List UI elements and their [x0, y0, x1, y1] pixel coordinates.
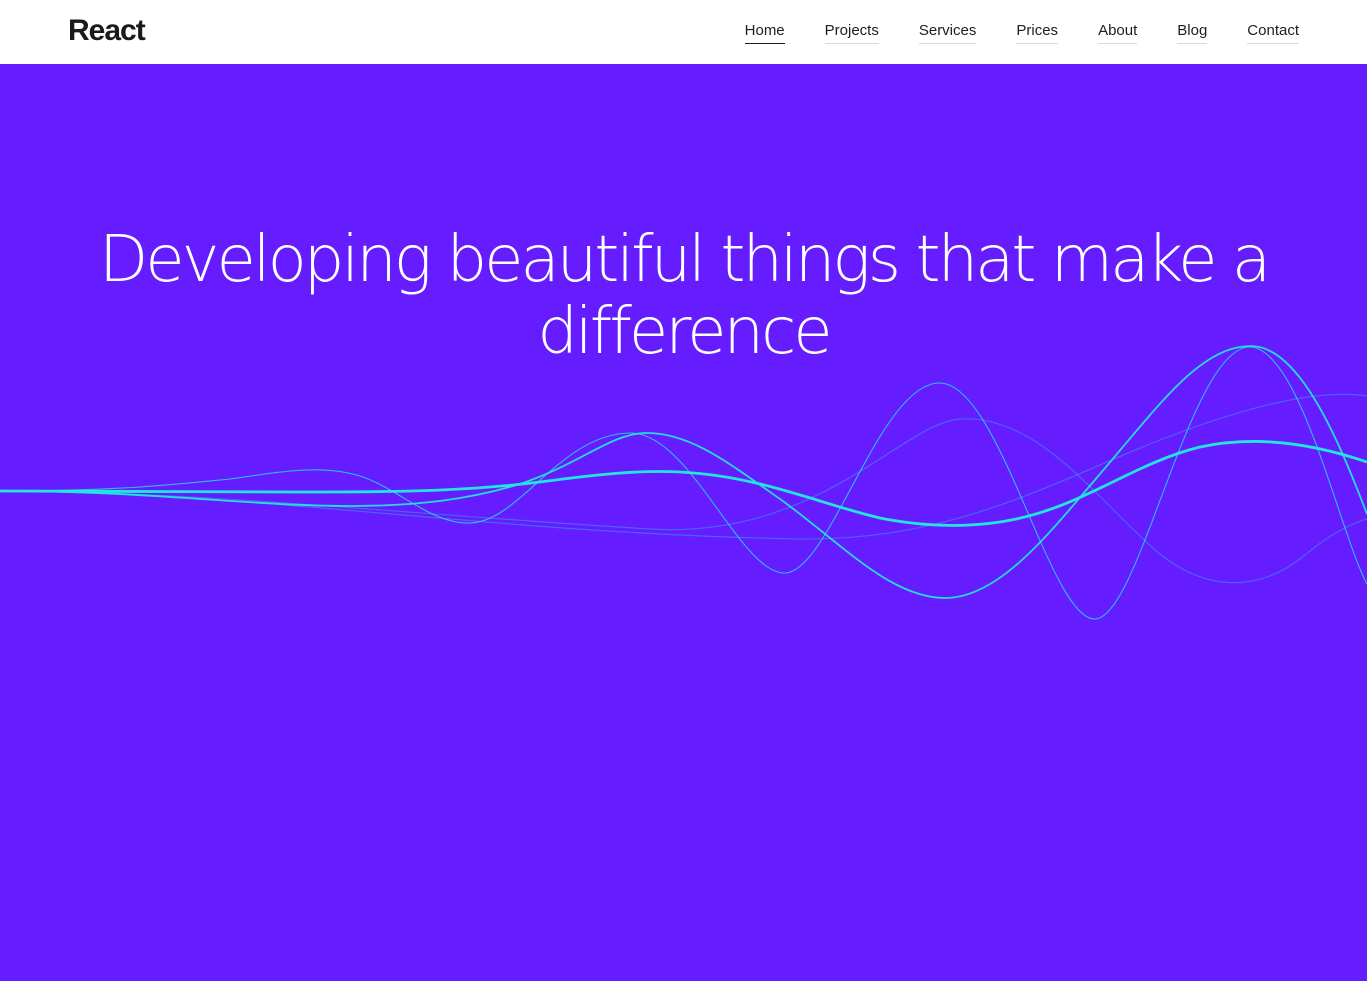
nav-item-projects[interactable]: Projects [824, 20, 879, 44]
nav-item-prices[interactable]: Prices [1016, 20, 1059, 44]
hero-title: Developing beautiful things that make a … [98, 223, 1271, 369]
wave-line-main [0, 440, 1367, 527]
wave-line-thin-1 [0, 346, 1367, 620]
wave-graphic [0, 345, 1367, 620]
site-logo[interactable]: React [68, 13, 146, 49]
wave-line-faint-1 [0, 418, 1367, 584]
nav-item-about[interactable]: About [1098, 20, 1138, 44]
nav-item-contact[interactable]: Contact [1247, 20, 1299, 44]
main-nav: Home Projects Services Prices About Blog… [744, 20, 1299, 44]
hero-section: Developing beautiful things that make a … [0, 64, 1367, 981]
site-header: React Home Projects Services Prices Abou… [0, 0, 1367, 64]
nav-item-home[interactable]: Home [744, 20, 785, 44]
wave-lines [0, 345, 1367, 620]
nav-item-services[interactable]: Services [918, 20, 977, 44]
nav-item-blog[interactable]: Blog [1177, 20, 1208, 44]
wave-line-faint-2 [0, 393, 1367, 540]
